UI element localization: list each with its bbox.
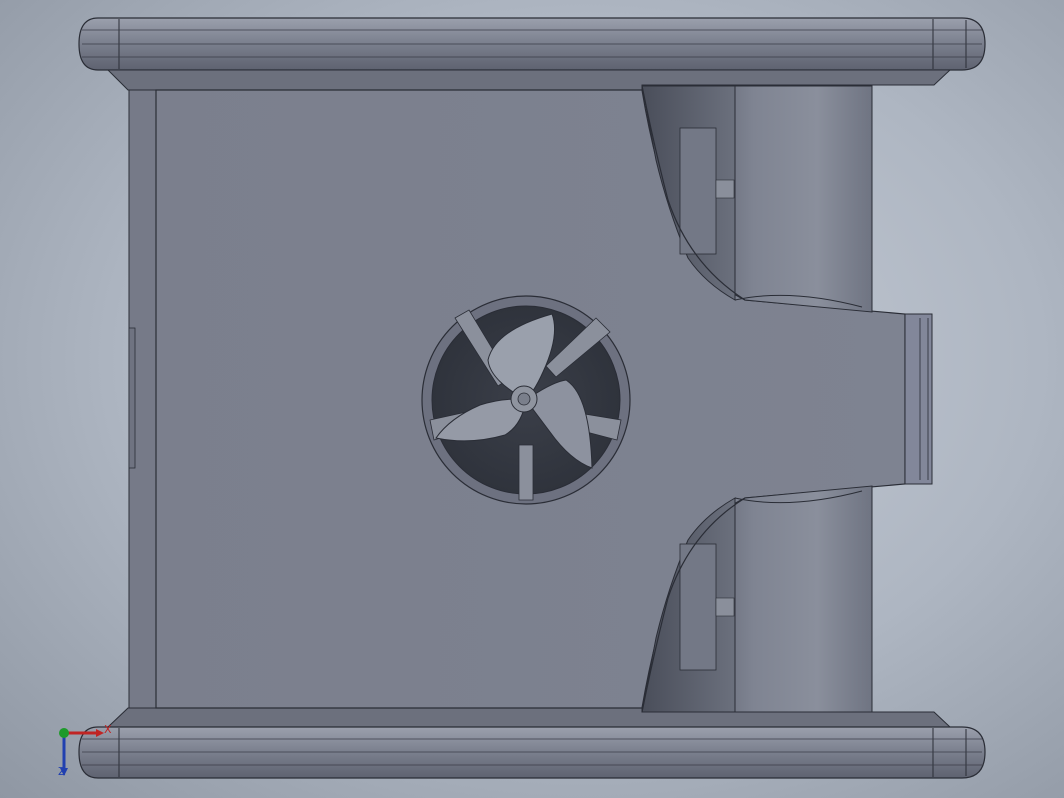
triad-z-label: Z (58, 765, 66, 778)
triad-x-label: X (104, 723, 112, 736)
coordinate-triad: X Z (52, 718, 112, 782)
center-propeller-duct[interactable] (421, 295, 631, 505)
top-rail[interactable] (78, 17, 986, 91)
model-render[interactable] (0, 0, 1064, 798)
cad-viewport[interactable]: X Z (0, 0, 1064, 798)
rear-flange[interactable] (904, 313, 933, 485)
left-side-plate[interactable] (128, 89, 157, 709)
bottom-rail[interactable] (78, 707, 986, 779)
